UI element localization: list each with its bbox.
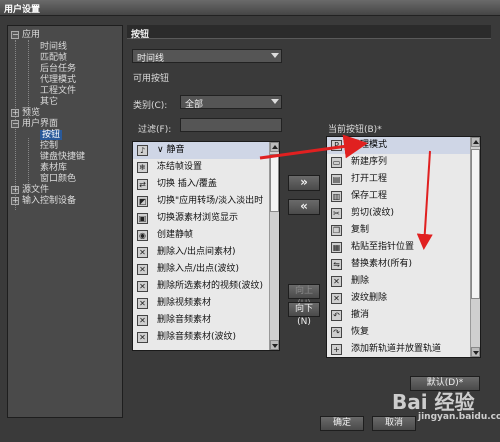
cancel-button[interactable]: 取消 — [372, 416, 416, 431]
baidu-watermark-sub: jingyan.baidu.com — [418, 412, 500, 422]
window-title: 用户设置 — [4, 5, 41, 15]
settings-dialog: − 应用 时间线 匹配帧 后台任务 代理模式 工程文件 其它 + 预览 − 用户界面 … — [0, 16, 500, 442]
arrow-down-list — [416, 150, 433, 250]
window-titlebar: 用户设置 — [0, 0, 500, 16]
baidu-watermark: Bai 经验 — [392, 390, 475, 414]
ok-button[interactable]: 确定 — [320, 416, 364, 431]
arrow-to-current-list — [259, 134, 368, 160]
